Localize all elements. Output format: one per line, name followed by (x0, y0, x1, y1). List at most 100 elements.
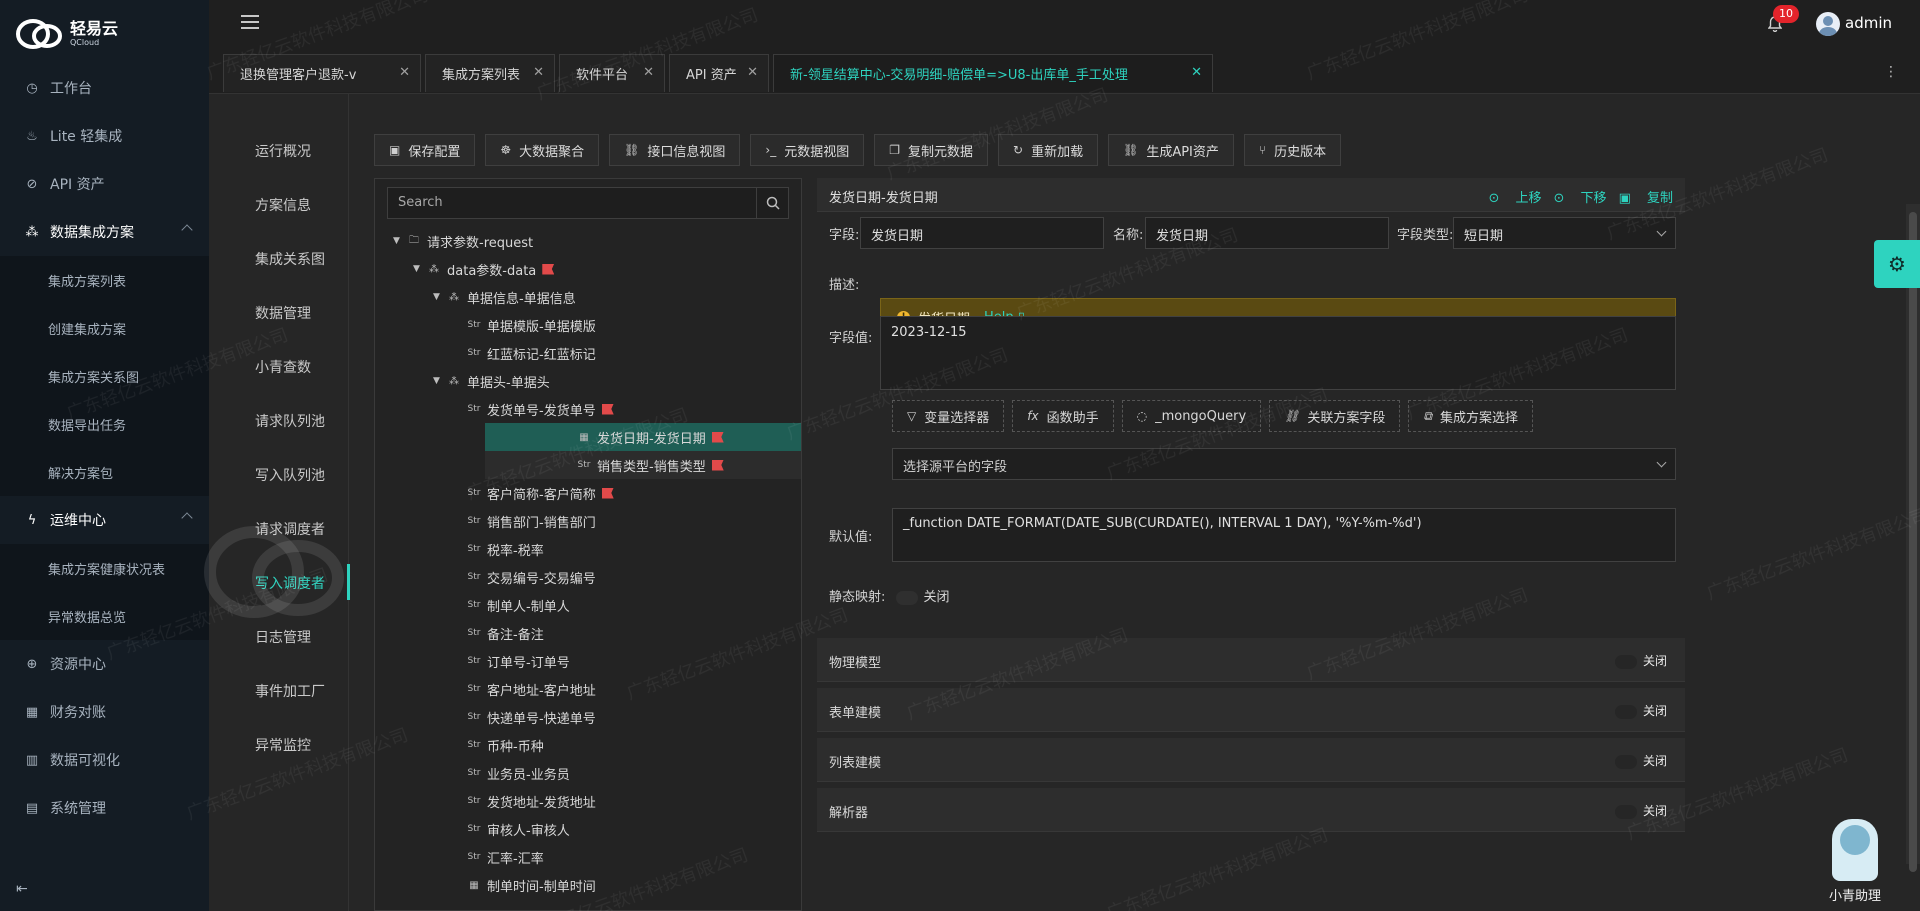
collapse-sidebar-icon[interactable]: ⇤ (16, 881, 28, 897)
section-toggle[interactable]: 关闭 (1614, 802, 1667, 819)
toolbar-button[interactable]: ☸ 大数据聚合 (485, 134, 600, 166)
plan-section-item[interactable]: 日志管理 (209, 610, 349, 664)
assistant-widget[interactable]: 小青助理 (1820, 819, 1890, 911)
sidebar-item[interactable]: ▤ 系统管理 (0, 784, 209, 832)
avatar[interactable] (1816, 12, 1840, 36)
tree-node[interactable]: Str 审核人-审核人 (375, 815, 801, 843)
plan-section-item[interactable]: 异常监控 (209, 718, 349, 772)
toolbar-button[interactable]: ↻ 重新加载 (998, 134, 1099, 166)
sidebar-item[interactable]: ♨ Lite 轻集成 (0, 112, 209, 160)
tree-node[interactable]: Str 业务员-业务员 (375, 759, 801, 787)
caret-down-icon[interactable]: ▼ (413, 264, 425, 274)
source-field-select[interactable]: 选择源平台的字段 (892, 448, 1676, 480)
tab-api-assets[interactable]: API 资产 ✕ (669, 54, 769, 92)
toolbar-button[interactable]: ❐ 复制元数据 (874, 134, 988, 166)
sidebar-subitem[interactable]: 集成方案列表 (0, 256, 209, 304)
field-value-input[interactable]: 2023-12-15 (880, 316, 1676, 390)
toolbar-button[interactable]: ⛓ 生成API资产 (1108, 134, 1234, 166)
field-type-select[interactable]: 短日期 (1453, 217, 1676, 249)
tree-node[interactable]: Str 交易编号-交易编号 (375, 563, 801, 591)
gear-icon[interactable]: ⚙ (1874, 240, 1920, 288)
sidebar-item[interactable]: ⁂ 数据集成方案 (0, 208, 209, 256)
toolbar-button[interactable]: ▣ 保存配置 (374, 134, 476, 166)
plan-section-item[interactable]: 小青查数 (209, 340, 349, 394)
brand-logo[interactable]: 轻易云 QCloud (14, 14, 204, 54)
menu-toggle-icon[interactable] (241, 15, 259, 31)
value-helper-button[interactable]: ▽ 变量选择器 (892, 400, 1005, 432)
section-toggle[interactable]: 关闭 (1614, 652, 1667, 669)
tree-node[interactable]: Str 客户地址-客户地址 (375, 675, 801, 703)
field-input[interactable]: 发货日期 (860, 217, 1104, 249)
plan-section-item[interactable]: 请求调度者 (209, 502, 349, 556)
tree-node[interactable]: Str 发货单号-发货单号 (375, 395, 801, 423)
value-helper-button[interactable]: ⛓ 关联方案字段 (1269, 400, 1401, 432)
plan-section-item[interactable]: 事件加工厂 (209, 664, 349, 718)
section-toggle[interactable]: 关闭 (1614, 702, 1667, 719)
caret-down-icon[interactable]: ▼ (393, 236, 405, 246)
collapsible-section[interactable]: 物理模型 关闭 (817, 638, 1685, 682)
collapsible-section[interactable]: 表单建模 关闭 (817, 688, 1685, 732)
close-icon[interactable]: ✕ (643, 65, 654, 80)
search-icon[interactable] (756, 188, 788, 218)
tree-node[interactable]: Str 销售部门-销售部门 (375, 507, 801, 535)
tree-node[interactable]: Str 备注-备注 (375, 619, 801, 647)
search-box[interactable]: Search (387, 187, 789, 219)
move-up-button[interactable]: ⊙ 上移 (1488, 187, 1541, 206)
tree-node[interactable]: Str 税率-税率 (375, 535, 801, 563)
tab-software-platform[interactable]: 软件平台 ✕ (559, 54, 665, 92)
tree-node[interactable]: Str 发货地址-发货地址 (375, 787, 801, 815)
plan-section-item[interactable]: 请求队列池 (209, 394, 349, 448)
plan-section-item[interactable]: 集成关系图 (209, 232, 349, 286)
static-mapping-toggle[interactable]: 关闭 (895, 590, 950, 605)
close-icon[interactable]: ✕ (399, 65, 410, 80)
name-input[interactable]: 发货日期 (1145, 217, 1389, 249)
sidebar-item[interactable]: ▥ 数据可视化 (0, 736, 209, 784)
tree-node[interactable]: ▦ 发货日期-发货日期 (485, 423, 801, 451)
tree-node[interactable]: Str 币种-币种 (375, 731, 801, 759)
scrollbar[interactable] (1906, 204, 1920, 872)
toolbar-button[interactable]: ›_ 元数据视图 (750, 134, 865, 166)
section-toggle[interactable]: 关闭 (1614, 752, 1667, 769)
tree-node[interactable]: Str 订单号-订单号 (375, 647, 801, 675)
sidebar-subitem[interactable]: 集成方案关系图 (0, 352, 209, 400)
value-helper-button[interactable]: ⧉ 集成方案选择 (1408, 400, 1533, 432)
plan-section-item[interactable]: 数据管理 (209, 286, 349, 340)
tab-plan-list[interactable]: 集成方案列表 ✕ (425, 54, 555, 92)
toolbar-button[interactable]: ⑂ 历史版本 (1243, 134, 1342, 166)
default-value-input[interactable]: _function DATE_FORMAT(DATE_SUB(CURDATE()… (892, 508, 1676, 562)
sidebar-subitem[interactable]: 数据导出任务 (0, 400, 209, 448)
sidebar-item[interactable]: ⊘ API 资产 (0, 160, 209, 208)
username[interactable]: admin (1845, 14, 1892, 32)
tree-node[interactable]: Str 单据模版-单据模版 (375, 311, 801, 339)
sidebar-item[interactable]: ⊕ 资源中心 (0, 640, 209, 688)
tree-node[interactable]: Str 客户简称-客户简称 (375, 479, 801, 507)
sidebar-subitem[interactable]: 集成方案健康状况表 (0, 544, 209, 592)
plan-section-item[interactable]: 运行概况 (209, 124, 349, 178)
sidebar-subitem[interactable]: 解决方案包 (0, 448, 209, 496)
sidebar-item[interactable]: ϟ 运维中心 (0, 496, 209, 544)
tree-node[interactable]: Str 快递单号-快递单号 (375, 703, 801, 731)
tree-node[interactable]: Str 红蓝标记-红蓝标记 (375, 339, 801, 367)
move-down-button[interactable]: ⊙ 下移 (1554, 187, 1607, 206)
plan-section-item[interactable]: 方案信息 (209, 178, 349, 232)
toolbar-button[interactable]: ⛓ 接口信息视图 (609, 134, 741, 166)
close-icon[interactable]: ✕ (747, 65, 758, 80)
plan-section-item[interactable]: 写入队列池 (209, 448, 349, 502)
value-helper-button[interactable]: ◌ _mongoQuery (1121, 400, 1262, 432)
tree-node[interactable]: ▦ 制单时间-制单时间 (375, 871, 801, 899)
sidebar-subitem[interactable]: 异常数据总览 (0, 592, 209, 640)
tab-current-plan[interactable]: 新-领星结算中心-交易明细-赔偿单=>U8-出库单_手工处理 ✕ (773, 54, 1213, 92)
copy-button[interactable]: ▣ 复制 (1619, 187, 1673, 206)
more-icon[interactable]: ⋮ (1884, 64, 1898, 80)
tab-refund[interactable]: 退换管理客户退款-v ✕ (223, 54, 421, 92)
value-helper-button[interactable]: fx 函数助手 (1012, 400, 1114, 432)
tree-node[interactable]: ▼ ⁂ 单据头-单据头 (375, 367, 801, 395)
sidebar-item[interactable]: ◷ 工作台 (0, 64, 209, 112)
tree-node[interactable]: ▼ 🗀 请求参数-request (375, 227, 801, 255)
tree-node[interactable]: Str 汇率-汇率 (375, 843, 801, 871)
sidebar-subitem[interactable]: 创建集成方案 (0, 304, 209, 352)
caret-down-icon[interactable]: ▼ (433, 376, 445, 386)
tree-node[interactable]: ▼ ⁂ 单据信息-单据信息 (375, 283, 801, 311)
tree-node[interactable]: ▼ ⁂ data参数-data (375, 255, 801, 283)
caret-down-icon[interactable]: ▼ (433, 292, 445, 302)
